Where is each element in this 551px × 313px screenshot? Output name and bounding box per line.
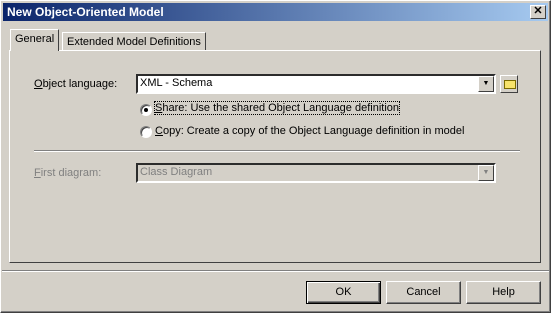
window-title: New Object-Oriented Model xyxy=(7,5,164,19)
first-diagram-label: First diagram: xyxy=(34,167,102,179)
title-bar[interactable]: New Object-Oriented Model ✕ xyxy=(3,3,548,21)
ok-button[interactable]: OK xyxy=(306,281,381,304)
object-language-select[interactable]: XML - Schema ▼ xyxy=(136,74,496,94)
folder-icon xyxy=(504,80,516,89)
copy-option-label[interactable]: Copy: Create a copy of the Object Langua… xyxy=(155,125,464,137)
tab-extended-model-definitions[interactable]: Extended Model Definitions xyxy=(62,32,206,51)
tab-extended-label: Extended Model Definitions xyxy=(67,36,201,48)
cancel-button[interactable]: Cancel xyxy=(386,281,461,304)
chevron-down-icon[interactable]: ▼ xyxy=(478,76,494,92)
share-option-label[interactable]: Share: Use the shared Object Language de… xyxy=(153,101,401,115)
first-diagram-select: Class Diagram ▼ xyxy=(136,163,496,183)
general-tab-panel: Object language: XML - Schema ▼ Share: U… xyxy=(9,50,541,263)
chevron-down-icon: ▼ xyxy=(478,165,494,181)
footer-separator xyxy=(2,270,549,272)
share-radio[interactable] xyxy=(140,104,152,116)
copy-radio[interactable] xyxy=(140,126,152,138)
tab-general[interactable]: General xyxy=(10,29,60,51)
object-language-value: XML - Schema xyxy=(140,77,213,89)
help-button[interactable]: Help xyxy=(466,281,541,304)
separator xyxy=(34,150,520,152)
object-language-label: Object language: xyxy=(34,78,118,90)
first-diagram-value: Class Diagram xyxy=(140,166,213,178)
dialog-window: New Object-Oriented Model ✕ General Exte… xyxy=(0,0,551,313)
browse-folder-button[interactable] xyxy=(500,75,518,93)
tab-general-label: General xyxy=(15,33,55,45)
close-icon[interactable]: ✕ xyxy=(530,5,546,19)
